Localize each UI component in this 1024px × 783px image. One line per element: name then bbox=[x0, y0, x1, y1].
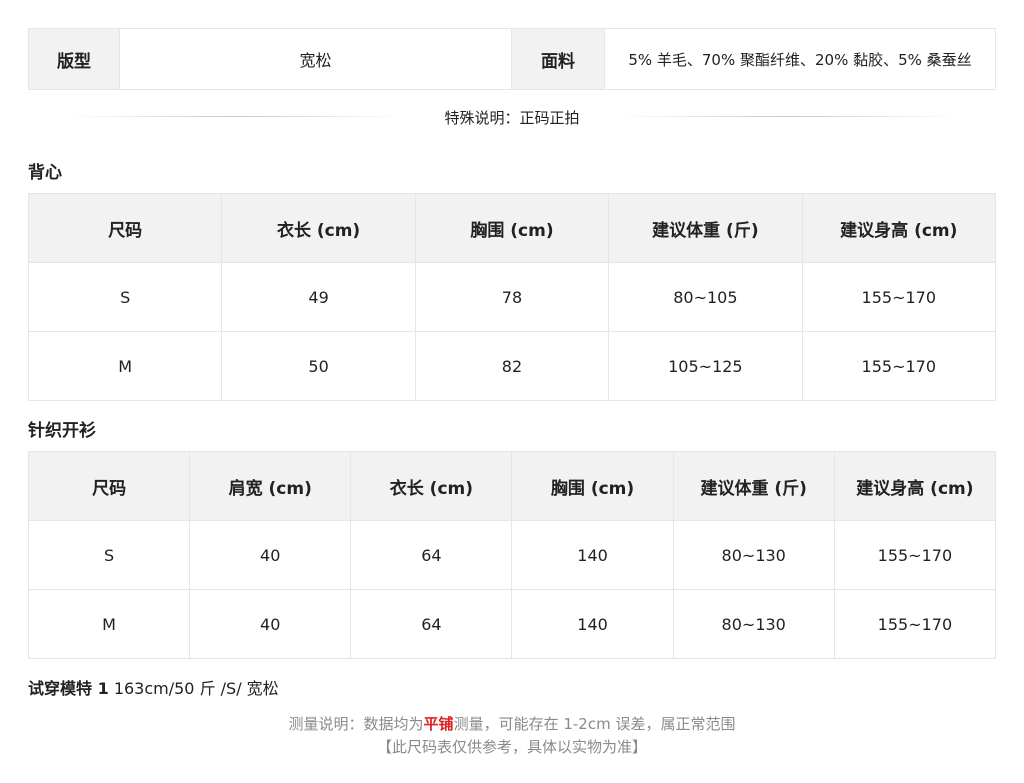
column-header: 胸围 (cm) bbox=[414, 193, 610, 263]
table-cell: 82 bbox=[414, 331, 610, 401]
column-header: 衣长 (cm) bbox=[350, 451, 513, 521]
cardigan-section-title: 针织开衫 bbox=[28, 421, 96, 441]
table-cell: 49 bbox=[221, 262, 416, 332]
fabric-value: 5% 羊毛、70% 聚酯纤维、20% 黏胶、5% 桑蚕丝 bbox=[628, 50, 972, 69]
fit-value: 宽松 bbox=[120, 29, 512, 89]
divider-right bbox=[618, 116, 958, 117]
divider-left bbox=[68, 116, 403, 117]
table-cell: S bbox=[27, 520, 191, 590]
table-row: M 40 64 140 80~130 155~170 bbox=[27, 589, 997, 659]
table-cell: 40 bbox=[189, 589, 352, 659]
table-cell: 155~170 bbox=[833, 589, 997, 659]
fit-label: 版型 bbox=[29, 29, 120, 89]
table-cell: 155~170 bbox=[801, 262, 997, 332]
table-cell: 50 bbox=[221, 331, 416, 401]
measure-note: 测量说明：数据均为平铺测量，可能存在 1-2cm 误差，属正常范围 bbox=[0, 713, 1024, 734]
measure-note-suffix: 测量，可能存在 1-2cm 误差，属正常范围 bbox=[453, 715, 736, 733]
table-cell: 64 bbox=[350, 520, 513, 590]
table-cell: 80~130 bbox=[672, 520, 835, 590]
table-cell: 80~130 bbox=[672, 589, 835, 659]
column-header: 建议体重 (斤) bbox=[672, 451, 835, 521]
table-cell: M bbox=[27, 589, 191, 659]
column-header: 建议身高 (cm) bbox=[833, 451, 997, 521]
product-info-table: 版型 宽松 面料 5% 羊毛、70% 聚酯纤维、20% 黏胶、5% 桑蚕丝 bbox=[28, 28, 996, 90]
table-cell: M bbox=[27, 331, 223, 401]
column-header: 胸围 (cm) bbox=[511, 451, 674, 521]
vest-size-table: 尺码 衣长 (cm) 胸围 (cm) 建议体重 (斤) 建议身高 (cm) S … bbox=[27, 193, 997, 401]
table-cell: 80~105 bbox=[608, 262, 803, 332]
model-label: 试穿模特 1 bbox=[28, 679, 109, 698]
column-header: 肩宽 (cm) bbox=[189, 451, 352, 521]
table-cell: 105~125 bbox=[608, 331, 803, 401]
special-note-text: 特殊说明：正码正拍 bbox=[432, 106, 592, 128]
table-row: S 40 64 140 80~130 155~170 bbox=[27, 520, 997, 590]
model-value: 163cm/50 斤 /S/ 宽松 bbox=[113, 679, 279, 698]
table-cell: 64 bbox=[350, 589, 513, 659]
vest-section-title: 背心 bbox=[28, 163, 62, 183]
column-header: 建议体重 (斤) bbox=[608, 193, 803, 263]
column-header: 建议身高 (cm) bbox=[801, 193, 997, 263]
disclaimer-note: 【此尺码表仅供参考，具体以实物为准】 bbox=[376, 738, 647, 756]
model-info: 试穿模特 1 163cm/50 斤 /S/ 宽松 bbox=[28, 675, 279, 699]
table-cell: 155~170 bbox=[801, 331, 997, 401]
table-header-row: 尺码 肩宽 (cm) 衣长 (cm) 胸围 (cm) 建议体重 (斤) 建议身高… bbox=[27, 451, 997, 521]
table-cell: 155~170 bbox=[833, 520, 997, 590]
table-row: S 49 78 80~105 155~170 bbox=[27, 262, 997, 332]
special-note: 特殊说明：正码正拍 bbox=[28, 104, 996, 130]
table-cell: S bbox=[27, 262, 223, 332]
column-header: 衣长 (cm) bbox=[221, 193, 416, 263]
measure-note-prefix: 测量说明：数据均为 bbox=[288, 715, 424, 733]
table-cell: 40 bbox=[189, 520, 352, 590]
table-header-row: 尺码 衣长 (cm) 胸围 (cm) 建议体重 (斤) 建议身高 (cm) bbox=[27, 193, 997, 263]
table-cell: 140 bbox=[511, 589, 674, 659]
measure-note-highlight: 平铺 bbox=[423, 715, 454, 733]
table-row: M 50 82 105~125 155~170 bbox=[27, 331, 997, 401]
column-header: 尺码 bbox=[27, 451, 191, 521]
table-cell: 140 bbox=[511, 520, 674, 590]
fabric-label: 面料 bbox=[512, 29, 605, 89]
cardigan-size-table: 尺码 肩宽 (cm) 衣长 (cm) 胸围 (cm) 建议体重 (斤) 建议身高… bbox=[27, 451, 997, 659]
column-header: 尺码 bbox=[27, 193, 223, 263]
table-cell: 78 bbox=[414, 262, 610, 332]
